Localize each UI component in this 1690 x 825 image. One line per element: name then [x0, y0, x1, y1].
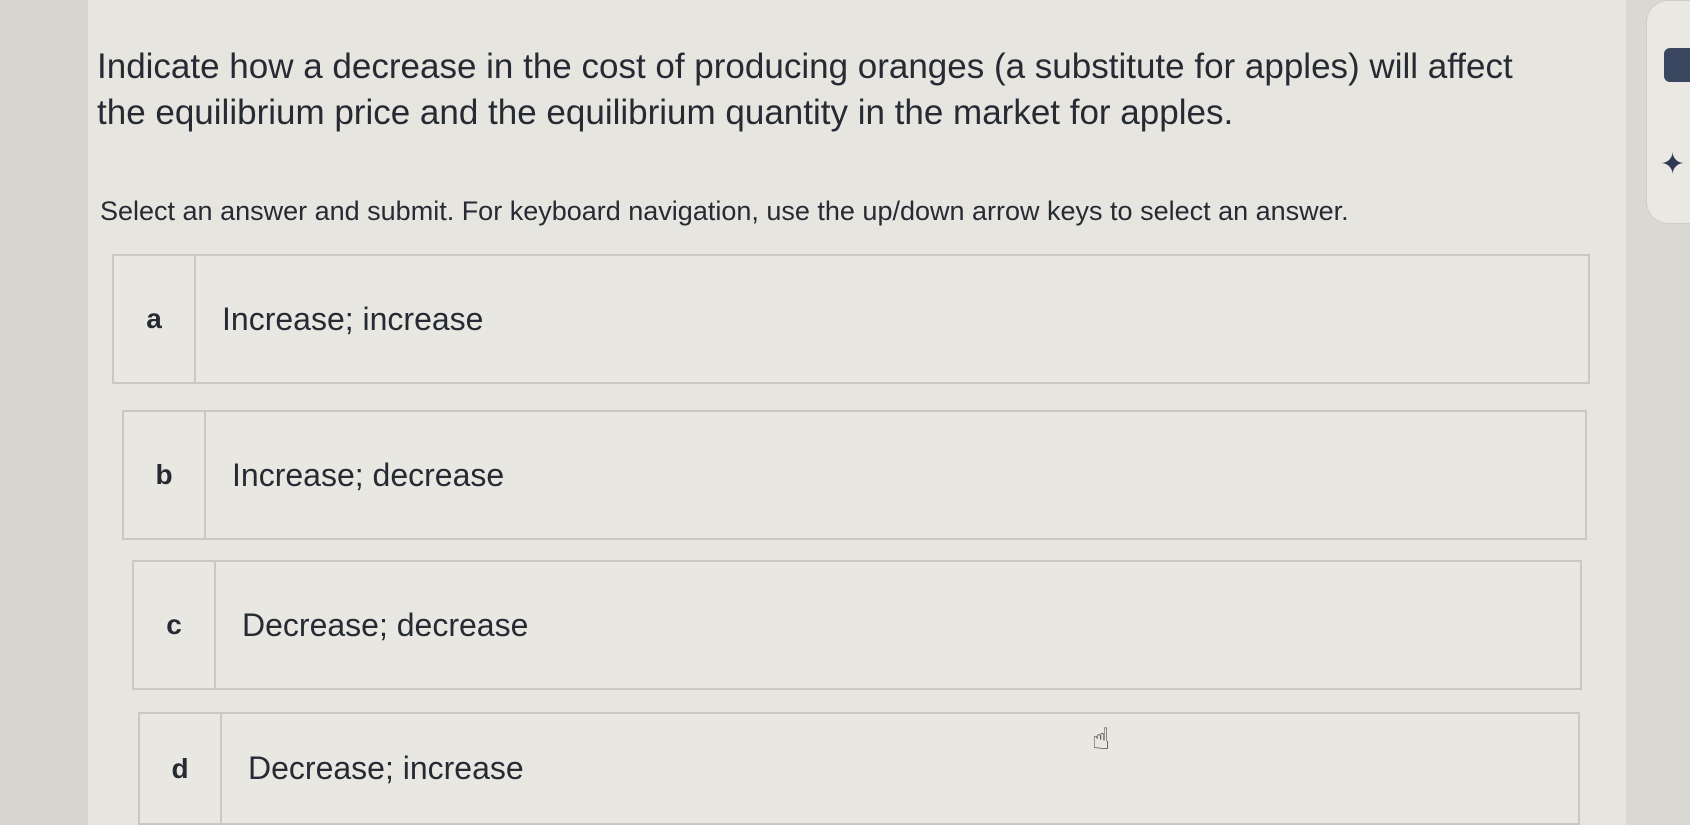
answer-option-b[interactable]: b Increase; decrease [122, 410, 1587, 540]
answer-option-c[interactable]: c Decrease; decrease [132, 560, 1582, 690]
option-letter: b [124, 412, 206, 538]
side-toolbar [1646, 0, 1690, 224]
left-gutter [0, 0, 88, 825]
option-label: Decrease; increase [248, 750, 524, 786]
option-label: Increase; decrease [232, 456, 505, 493]
hand-pointer-icon: ☝ [1092, 723, 1111, 756]
option-letter: d [140, 714, 222, 823]
option-label: Decrease; decrease [242, 606, 529, 643]
tab-icon[interactable] [1664, 48, 1690, 82]
option-letter: c [134, 562, 216, 688]
answer-option-a[interactable]: a Increase; increase [112, 254, 1590, 384]
option-label: Increase; increase [222, 300, 484, 337]
question-text: Indicate how a decrease in the cost of p… [97, 47, 1513, 132]
instructions-text: Select an answer and submit. For keyboar… [100, 196, 1349, 226]
sparkle-icon[interactable]: ✦ [1660, 150, 1685, 180]
answer-option-d[interactable]: d Decrease; increase [138, 712, 1580, 825]
option-letter: a [114, 256, 196, 382]
